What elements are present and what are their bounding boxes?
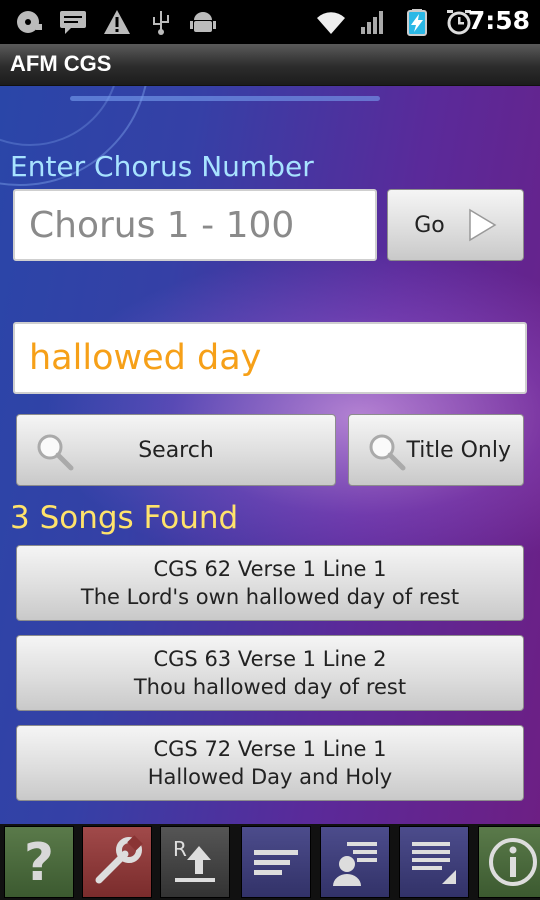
play-arrow-icon [469,208,497,242]
status-bar: 7:58 [0,0,540,44]
signal-icon [361,11,383,34]
result-item[interactable]: CGS 72 Verse 1 Line 1 Hallowed Day and H… [16,725,524,801]
search-icon [369,434,406,471]
lines-button[interactable] [241,826,311,898]
result-item[interactable]: CGS 63 Verse 1 Line 2 Thou hallowed day … [16,635,524,711]
info-icon [489,838,537,886]
result-text: Hallowed Day and Holy [147,765,393,789]
android-icon [190,12,216,32]
search-input-box[interactable] [13,322,527,394]
result-ref: CGS 72 Verse 1 Line 1 [153,737,387,761]
usb-icon [153,11,169,35]
help-icon: ? [24,833,54,892]
main-content: Enter Chorus Number Go Search Title Only… [0,86,540,824]
battery-charging-icon [407,9,427,36]
search-input[interactable] [15,324,525,392]
info-button[interactable] [478,826,540,898]
go-button[interactable]: Go [387,189,524,261]
result-text: The Lord's own hallowed day of rest [80,585,460,609]
search-icon [37,434,74,471]
svg-text:R: R [173,837,187,861]
app-title-bar: AFM CGS [0,44,540,86]
result-ref: CGS 63 Verse 1 Line 2 [153,647,387,671]
contact-list-button[interactable] [320,826,390,898]
upload-button[interactable]: R [160,826,230,898]
warning-icon [104,10,130,34]
chorus-number-input-box[interactable] [13,189,377,261]
svg-text:?: ? [24,833,54,892]
result-item[interactable]: CGS 62 Verse 1 Line 1 The Lord's own hal… [16,545,524,621]
result-ref: CGS 62 Verse 1 Line 1 [153,557,387,581]
contact-list-icon [333,842,377,886]
help-button[interactable]: ? [4,826,74,898]
title-only-button[interactable]: Title Only [348,414,524,486]
go-label: Go [414,212,445,238]
app-title: AFM CGS [10,51,112,76]
chorus-number-input[interactable] [15,191,375,259]
bottom-toolbar: ? R [0,824,540,900]
wifi-icon [317,12,345,34]
cd-icon [17,11,42,33]
decorative-line [70,96,380,101]
status-time: 7:58 [467,6,530,35]
results-heading: 3 Songs Found [10,500,239,536]
wrench-icon [95,835,143,884]
edit-list-button[interactable] [399,826,469,898]
settings-button[interactable] [82,826,152,898]
result-text: Thou hallowed day of rest [133,675,407,699]
title-only-label: Title Only [406,437,511,463]
chorus-label: Enter Chorus Number [10,150,314,183]
edit-list-icon [412,842,456,884]
search-label: Search [138,437,214,463]
upload-icon: R [173,837,215,882]
search-button[interactable]: Search [16,414,336,486]
message-icon [60,11,86,34]
lines-icon [254,850,298,875]
